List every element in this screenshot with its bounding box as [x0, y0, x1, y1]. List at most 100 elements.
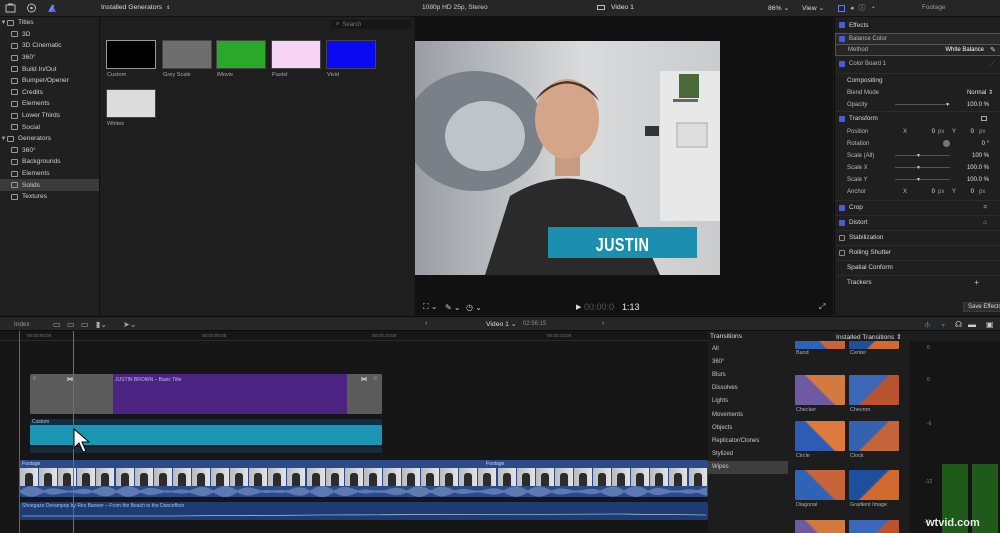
transition-category[interactable]: Wipes	[708, 460, 788, 474]
crop-checkbox[interactable]	[839, 204, 845, 211]
color-tool-icon[interactable]: ✎ ⌄	[445, 303, 461, 312]
rotation-dial[interactable]	[943, 140, 950, 147]
crop-tool-icon[interactable]: ⌗	[983, 204, 987, 212]
sidebar-item[interactable]: Build In/Out	[0, 63, 99, 75]
audio-inspector-icon[interactable]: ◂	[850, 4, 854, 12]
sidebar-group[interactable]: ▼ Generators	[0, 133, 99, 145]
photos-audio-icon[interactable]	[26, 3, 37, 13]
color-board-row[interactable]: Color Board 1 ⋰	[835, 58, 1000, 69]
insert-clip-icon[interactable]: ▭	[67, 320, 75, 329]
transition-thumbnail[interactable]	[795, 421, 845, 451]
transition-clip-left[interactable]: ⁞⁞ ⋈	[30, 374, 113, 414]
sidebar-item[interactable]: 3D	[0, 29, 99, 41]
installed-transitions-menu[interactable]: Installed Transitions ⇕	[836, 333, 902, 341]
stabilization-checkbox[interactable]	[839, 234, 845, 241]
generator-thumbnail[interactable]	[326, 40, 376, 69]
color-board-checkbox[interactable]	[839, 60, 845, 67]
video-inspector-icon[interactable]	[838, 4, 845, 12]
generator-thumbnail[interactable]	[216, 40, 266, 69]
zoom-menu[interactable]: 86% ⌄	[768, 4, 789, 12]
transition-category[interactable]: 360°	[708, 355, 788, 368]
transition-category[interactable]: Stylized	[708, 448, 788, 461]
opacity-slider[interactable]	[895, 104, 950, 105]
timeline-ruler[interactable]: 00:00:00:00 00:00:05:00 00:00:10:00 00:0…	[0, 331, 708, 341]
scale-y-slider[interactable]	[895, 179, 950, 180]
share-inspector-icon[interactable]: ◔	[871, 5, 875, 12]
distort-tool-icon[interactable]: ⌂	[983, 219, 987, 226]
disclosure-triangle-icon[interactable]: ▼	[0, 136, 7, 142]
sidebar-group[interactable]: ▼ Titles	[0, 17, 99, 29]
transition-thumbnail[interactable]	[795, 520, 845, 533]
balance-color-row[interactable]: Balance Color	[835, 33, 1000, 45]
method-value[interactable]: White Balance	[945, 47, 984, 53]
transition-clip-right[interactable]: ⋈ ⁞⁞	[347, 374, 382, 414]
search-field[interactable]: ⌕ Search	[331, 20, 411, 29]
back-arrow-icon[interactable]: ‹	[425, 320, 427, 327]
transition-category[interactable]: Dissolves	[708, 382, 788, 395]
transition-category[interactable]: All	[708, 342, 788, 355]
info-inspector-icon[interactable]: ⓘ	[859, 3, 866, 13]
scale-x-slider[interactable]	[895, 167, 950, 168]
forward-arrow-icon[interactable]: ›	[602, 320, 604, 327]
transition-thumbnail[interactable]	[849, 421, 899, 451]
transition-category[interactable]: Replicator/Clones	[708, 434, 788, 447]
transition-category[interactable]: Objects	[708, 421, 788, 434]
transition-category[interactable]: Blurs	[708, 368, 788, 381]
append-clip-icon[interactable]: ▭	[81, 320, 89, 329]
eyedropper-icon[interactable]: ✎	[990, 46, 996, 54]
transition-thumbnail[interactable]	[849, 520, 899, 533]
transition-thumbnail[interactable]	[795, 341, 845, 349]
connect-clip-icon[interactable]: ▭	[53, 320, 61, 329]
position-y-field[interactable]: 0	[962, 129, 974, 135]
balance-color-checkbox[interactable]	[839, 36, 845, 42]
transition-category[interactable]: Movements	[708, 408, 788, 421]
fullscreen-icon[interactable]: ⤢	[819, 302, 825, 312]
blend-mode-select[interactable]: Normal ⇕	[967, 89, 993, 96]
transition-thumbnail[interactable]	[795, 375, 845, 405]
transform-onscreen-icon[interactable]	[981, 116, 987, 121]
scale-y-knob[interactable]: ▼	[916, 177, 921, 183]
sidebar-item[interactable]: Social	[0, 121, 99, 133]
transition-thumbnail[interactable]	[849, 375, 899, 405]
sidebar-item[interactable]: Credits	[0, 87, 99, 99]
save-effects-button[interactable]: Save Effects	[963, 302, 1000, 312]
transform-tool-icon[interactable]: ⛶ ⌄	[423, 302, 438, 312]
select-tool-icon[interactable]: ➤⌄	[123, 320, 136, 329]
sidebar-item[interactable]: Elements	[0, 168, 99, 180]
anchor-y-field[interactable]: 0	[962, 189, 974, 195]
timeline-index-button[interactable]: Index	[14, 321, 30, 328]
library-icon[interactable]	[5, 3, 16, 13]
transition-category[interactable]: Lights	[708, 395, 788, 408]
video-clip[interactable]: Footage Footage	[20, 460, 708, 497]
transition-thumbnail[interactable]	[849, 341, 899, 349]
audio-clip[interactable]: Shoegaze Dreampop by Rex Banner – From t…	[20, 502, 708, 520]
generator-thumbnail[interactable]	[271, 40, 321, 69]
sidebar-item[interactable]: 3D Cinematic	[0, 40, 99, 52]
generator-thumbnail[interactable]	[106, 89, 156, 118]
position-x-field[interactable]: 0	[923, 129, 935, 135]
project-name[interactable]: Video 1 ⌄	[486, 320, 517, 328]
transition-thumbnail[interactable]	[795, 470, 845, 500]
play-button[interactable]: ▶	[576, 303, 581, 311]
scale-all-knob[interactable]: ▼	[916, 153, 921, 159]
disclosure-triangle-icon[interactable]: ▼	[0, 20, 7, 26]
generator-thumbnail[interactable]	[162, 40, 212, 69]
scale-all-slider[interactable]	[895, 155, 950, 156]
sidebar-item[interactable]: Bumper/Opener	[0, 75, 99, 87]
sidebar-item[interactable]: Elements	[0, 98, 99, 110]
transform-checkbox[interactable]	[839, 115, 845, 122]
search-input[interactable]: Search	[342, 22, 361, 28]
sidebar-item[interactable]: 360°	[0, 52, 99, 64]
sidebar-item[interactable]: Lower Thirds	[0, 110, 99, 122]
effects-browser-icon[interactable]: ▣	[986, 320, 994, 329]
overwrite-clip-icon[interactable]: ▮⌄	[96, 320, 107, 329]
sidebar-item[interactable]: Solids	[0, 179, 99, 191]
browser-title[interactable]: Installed Generators ⇕	[101, 4, 170, 11]
add-tracker-button[interactable]: +	[974, 278, 979, 287]
headphones-icon[interactable]: ☊	[955, 320, 962, 329]
clip-appearance-icon[interactable]: ▬	[968, 320, 976, 329]
audio-skimming-icon[interactable]: ⫟	[941, 320, 946, 330]
skimming-icon[interactable]: ⫛	[925, 320, 930, 330]
transition-thumbnail[interactable]	[849, 470, 899, 500]
color-board-icon[interactable]: ⋰	[989, 60, 995, 67]
